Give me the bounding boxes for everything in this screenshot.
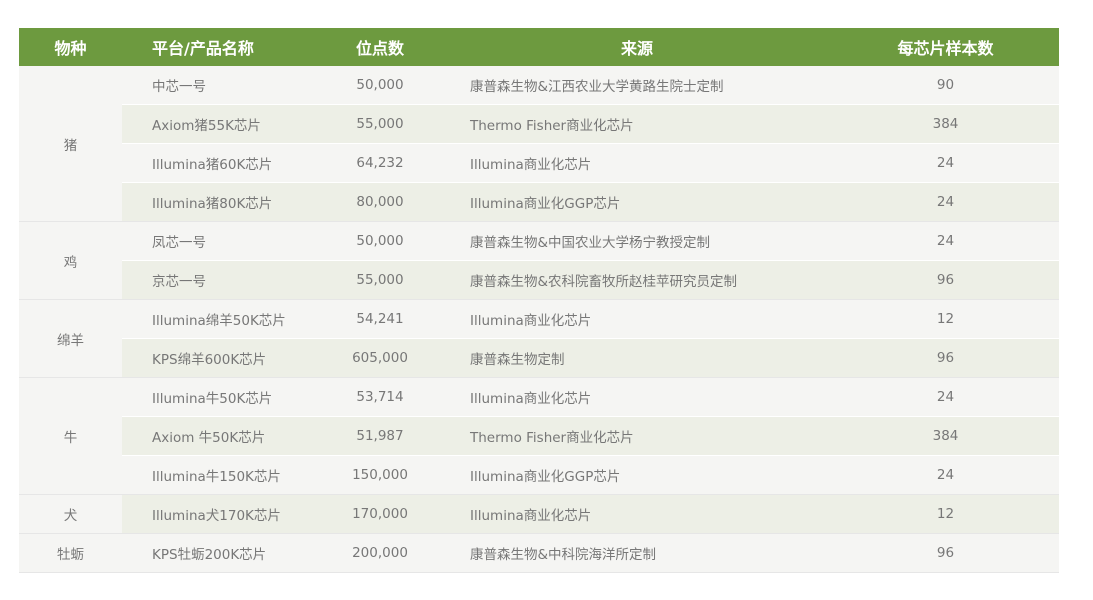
- table-row: 犬 Illumina犬170K芯片 170,000 Illumina商业化芯片 …: [19, 494, 1059, 534]
- table-row: 京芯一号 55,000 康普森生物&农科院畜牧所赵桂苹研究员定制 96: [19, 260, 1059, 300]
- platform-cell: Axiom猪55K芯片: [122, 104, 318, 144]
- sites-cell: 50,000: [318, 221, 442, 261]
- source-cell: 康普森生物定制: [442, 338, 832, 378]
- source-cell: Illumina商业化芯片: [442, 143, 832, 183]
- table-header-row: 物种 平台/产品名称 位点数 来源 每芯片样本数: [19, 28, 1059, 66]
- platform-cell: Illumina牛150K芯片: [122, 455, 318, 495]
- table-row: Axiom 牛50K芯片 51,987 Thermo Fisher商业化芯片 3…: [19, 416, 1059, 456]
- table-body: 猪 中芯一号 50,000 康普森生物&江西农业大学黄路生院士定制 90 Axi…: [19, 66, 1059, 573]
- header-samples: 每芯片样本数: [832, 28, 1059, 66]
- table-row: KPS绵羊600K芯片 605,000 康普森生物定制 96: [19, 338, 1059, 378]
- sites-cell: 80,000: [318, 182, 442, 222]
- samples-cell: 96: [832, 533, 1059, 573]
- species-cell: 猪: [19, 66, 122, 222]
- sites-cell: 51,987: [318, 416, 442, 456]
- platform-cell: Illumina猪80K芯片: [122, 182, 318, 222]
- samples-cell: 90: [832, 66, 1059, 105]
- samples-cell: 96: [832, 260, 1059, 300]
- header-sites: 位点数: [318, 28, 442, 66]
- platform-cell: KPS绵羊600K芯片: [122, 338, 318, 378]
- species-cell: 鸡: [19, 221, 122, 300]
- samples-cell: 384: [832, 416, 1059, 456]
- source-cell: Illumina商业化GGP芯片: [442, 455, 832, 495]
- sites-cell: 150,000: [318, 455, 442, 495]
- samples-cell: 24: [832, 455, 1059, 495]
- table-row: 牛 Illumina牛50K芯片 53,714 Illumina商业化芯片 24: [19, 377, 1059, 495]
- table-row: Illumina猪80K芯片 80,000 Illumina商业化GGP芯片 2…: [19, 182, 1059, 222]
- source-cell: Thermo Fisher商业化芯片: [442, 416, 832, 456]
- table-row: 猪 中芯一号 50,000 康普森生物&江西农业大学黄路生院士定制 90: [19, 66, 1059, 222]
- species-cell: 犬: [19, 494, 122, 534]
- samples-cell: 24: [832, 182, 1059, 222]
- species-cell: 绵羊: [19, 299, 122, 378]
- sites-cell: 53,714: [318, 377, 442, 417]
- source-cell: Illumina商业化芯片: [442, 494, 832, 534]
- samples-cell: 12: [832, 494, 1059, 534]
- samples-cell: 24: [832, 377, 1059, 417]
- table-row: Axiom猪55K芯片 55,000 Thermo Fisher商业化芯片 38…: [19, 104, 1059, 144]
- header-species: 物种: [19, 28, 122, 66]
- source-cell: Thermo Fisher商业化芯片: [442, 104, 832, 144]
- samples-cell: 12: [832, 299, 1059, 339]
- sites-cell: 55,000: [318, 104, 442, 144]
- sites-cell: 50,000: [318, 66, 442, 105]
- platform-cell: Axiom 牛50K芯片: [122, 416, 318, 456]
- platform-cell: Illumina绵羊50K芯片: [122, 299, 318, 339]
- table-row: Illumina猪60K芯片 64,232 Illumina商业化芯片 24: [19, 143, 1059, 183]
- sites-cell: 55,000: [318, 260, 442, 300]
- sites-cell: 200,000: [318, 533, 442, 573]
- samples-cell: 384: [832, 104, 1059, 144]
- table-row: 绵羊 Illumina绵羊50K芯片 54,241 Illumina商业化芯片 …: [19, 299, 1059, 378]
- sites-cell: 605,000: [318, 338, 442, 378]
- chip-table: 物种 平台/产品名称 位点数 来源 每芯片样本数 猪 中芯一号 50,000 康…: [19, 28, 1059, 573]
- source-cell: 康普森生物&农科院畜牧所赵桂苹研究员定制: [442, 260, 832, 300]
- sites-cell: 54,241: [318, 299, 442, 339]
- table-row: Illumina牛150K芯片 150,000 Illumina商业化GGP芯片…: [19, 455, 1059, 495]
- table-row: 鸡 凤芯一号 50,000 康普森生物&中国农业大学杨宁教授定制 24: [19, 221, 1059, 300]
- platform-cell: 中芯一号: [122, 66, 318, 105]
- source-cell: 康普森生物&江西农业大学黄路生院士定制: [442, 66, 832, 105]
- platform-cell: Illumina牛50K芯片: [122, 377, 318, 417]
- table-row: 牡蛎 KPS牡蛎200K芯片 200,000 康普森生物&中科院海洋所定制 96: [19, 533, 1059, 573]
- species-cell: 牡蛎: [19, 533, 122, 573]
- source-cell: 康普森生物&中国农业大学杨宁教授定制: [442, 221, 832, 261]
- species-cell: 牛: [19, 377, 122, 495]
- source-cell: 康普森生物&中科院海洋所定制: [442, 533, 832, 573]
- samples-cell: 24: [832, 143, 1059, 183]
- platform-cell: Illumina犬170K芯片: [122, 494, 318, 534]
- platform-cell: KPS牡蛎200K芯片: [122, 533, 318, 573]
- source-cell: Illumina商业化芯片: [442, 377, 832, 417]
- sites-cell: 64,232: [318, 143, 442, 183]
- source-cell: Illumina商业化芯片: [442, 299, 832, 339]
- samples-cell: 24: [832, 221, 1059, 261]
- header-platform: 平台/产品名称: [122, 28, 318, 66]
- platform-cell: 京芯一号: [122, 260, 318, 300]
- header-source: 来源: [442, 28, 832, 66]
- platform-cell: 凤芯一号: [122, 221, 318, 261]
- source-cell: Illumina商业化GGP芯片: [442, 182, 832, 222]
- chip-table-container: 物种 平台/产品名称 位点数 来源 每芯片样本数 猪 中芯一号 50,000 康…: [19, 28, 1059, 573]
- sites-cell: 170,000: [318, 494, 442, 534]
- samples-cell: 96: [832, 338, 1059, 378]
- platform-cell: Illumina猪60K芯片: [122, 143, 318, 183]
